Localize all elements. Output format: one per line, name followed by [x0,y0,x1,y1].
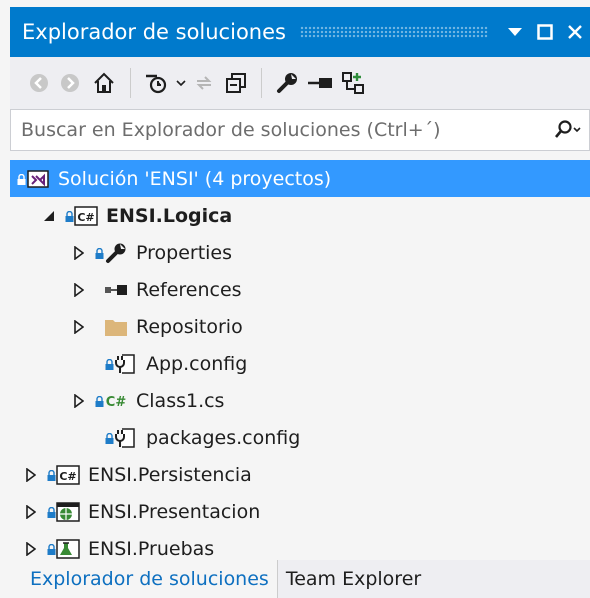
tree-item-project-logica[interactable]: C# ENSI.Logica [10,197,590,234]
tree-item-project-persistencia[interactable]: C# ENSI.Persistencia [10,456,590,493]
lock-icon [64,210,74,222]
lock-icon [104,432,114,444]
solution-icon [26,167,50,191]
panel-title: Explorador de soluciones [22,20,286,44]
collapsed-arrow-icon[interactable] [70,318,88,336]
tree-item-project-presentacion[interactable]: ENSI.Presentacion [10,493,590,530]
config-file-icon [114,352,138,376]
tree-item-packages-config[interactable]: packages.config [10,419,590,456]
tab-label: Explorador de soluciones [30,568,269,590]
close-icon[interactable] [560,17,590,47]
svg-text:C#: C# [59,470,76,483]
config-file-icon [114,426,138,450]
expanded-arrow-icon[interactable] [40,207,58,225]
maximize-icon[interactable] [530,17,560,47]
collapsed-arrow-icon[interactable] [70,281,88,299]
search-box [10,109,590,151]
lock-icon [46,469,56,481]
tree-item-references[interactable]: References [10,271,590,308]
drag-grip[interactable] [299,26,488,38]
tree-item-label: Class1.cs [136,389,225,412]
bottom-tab-strip: Explorador de soluciones Team Explorer [10,560,590,598]
forward-icon[interactable] [54,65,86,101]
lock-icon [46,543,56,555]
preview-icon[interactable] [304,65,336,101]
tab-label: Team Explorer [285,568,422,590]
solution-tree: Solución 'ENSI' (4 proyectos) C# ENSI.Lo… [10,153,590,560]
tree-item-label: Solución 'ENSI' (4 proyectos) [58,167,332,190]
svg-text:C#: C# [106,395,127,410]
pending-changes-filter-icon[interactable] [139,65,173,101]
toolbar-separator [261,68,262,98]
web-project-icon [56,500,80,524]
tree-item-class1[interactable]: C# Class1.cs [10,382,590,419]
csharp-project-icon: C# [74,204,98,228]
lock-icon [94,247,104,259]
tree-item-app-config[interactable]: App.config [10,345,590,382]
collapse-all-icon[interactable] [219,65,253,101]
search-icon[interactable] [545,110,589,150]
toolbar [10,57,590,109]
lock-icon [46,506,56,518]
tree-item-label: ENSI.Persistencia [88,463,252,486]
collapsed-arrow-icon[interactable] [22,503,40,521]
tree-item-label: Properties [136,241,233,264]
test-project-icon [56,537,80,561]
tree-item-label: ENSI.Logica [106,204,233,227]
dropdown-menu-icon[interactable] [500,17,530,47]
tree-item-label: Repositorio [136,315,243,338]
back-icon[interactable] [24,65,54,101]
csharp-project-icon: C# [56,463,80,487]
tab-team-explorer[interactable]: Team Explorer [276,560,429,598]
svg-text:C#: C# [77,211,94,224]
filter-dropdown-icon[interactable] [173,65,189,101]
tree-item-solution[interactable]: Solución 'ENSI' (4 proyectos) [10,160,590,197]
home-icon[interactable] [86,65,122,101]
search-input[interactable] [11,119,545,141]
lock-icon [94,395,104,407]
references-icon [104,278,128,302]
tree-item-label: packages.config [146,426,301,449]
collapsed-arrow-icon[interactable] [70,392,88,410]
tree-item-label: ENSI.Presentacion [88,500,261,523]
tab-solution-explorer[interactable]: Explorador de soluciones [10,560,277,598]
tree-item-label: References [136,278,242,301]
collapsed-arrow-icon[interactable] [70,244,88,262]
lock-icon [16,173,26,185]
show-all-files-icon[interactable] [336,65,370,101]
sync-icon[interactable] [189,65,219,101]
folder-icon [104,315,128,339]
toolbar-separator [130,68,131,98]
tree-item-label: App.config [146,352,248,375]
tree-item-properties[interactable]: Properties [10,234,590,271]
collapsed-arrow-icon[interactable] [22,466,40,484]
title-bar: Explorador de soluciones [10,7,590,57]
properties-icon[interactable] [270,65,304,101]
lock-icon [104,358,114,370]
csharp-file-icon: C# [104,389,128,413]
collapsed-arrow-icon[interactable] [22,540,40,558]
tree-item-repositorio[interactable]: Repositorio [10,308,590,345]
wrench-icon [104,241,128,265]
tree-item-label: ENSI.Pruebas [88,537,215,560]
